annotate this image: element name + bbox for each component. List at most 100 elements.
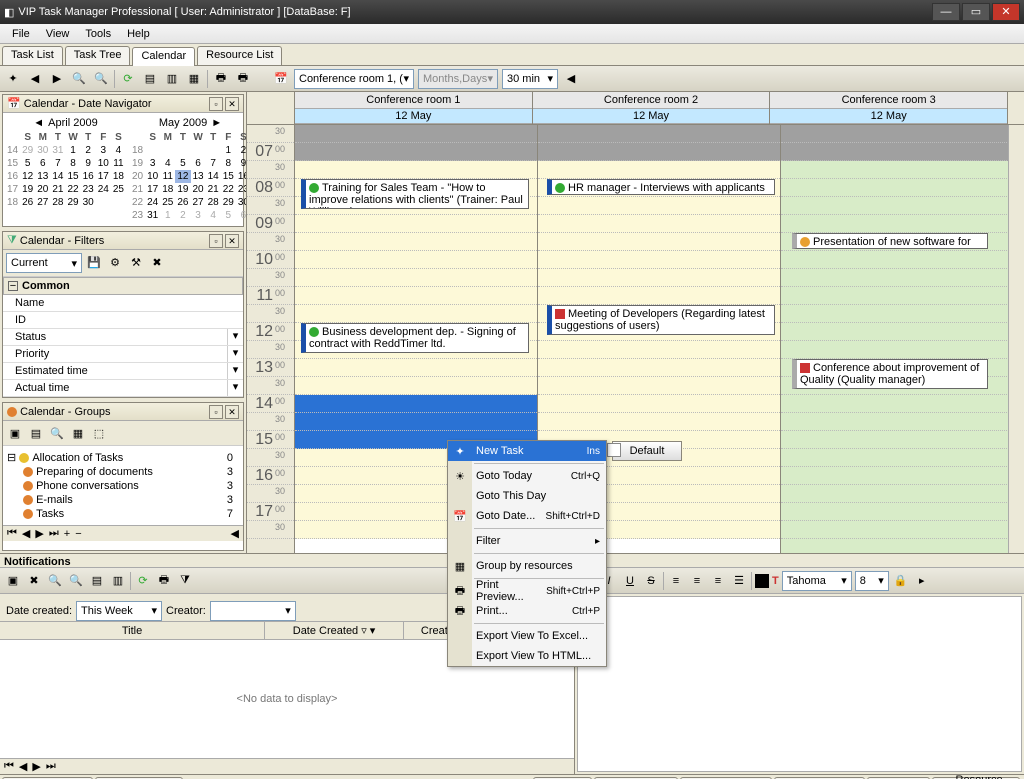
nt-tool4-icon[interactable]: 🔍 (67, 572, 85, 590)
tool-collapse-icon[interactable]: ◀ (562, 70, 580, 88)
room2-header[interactable]: Conference room 2 (533, 92, 770, 109)
tree-tool2-icon[interactable]: ▤ (27, 424, 45, 442)
size-combo[interactable]: 8▾ (855, 571, 889, 591)
filter-save-icon[interactable]: 💾 (85, 253, 103, 271)
align-center-icon[interactable]: ≡ (688, 572, 706, 590)
filter-actual[interactable]: Actual time▾ (3, 380, 243, 397)
event-developers[interactable]: Meeting of Developers (Regarding latest … (547, 305, 775, 335)
align-right-icon[interactable]: ≡ (709, 572, 727, 590)
tool-calendar-icon[interactable]: 📅 (272, 70, 290, 88)
nt-tool1-icon[interactable]: ▣ (4, 572, 22, 590)
next-month-icon[interactable]: ► (211, 117, 222, 129)
panel-pin-icon[interactable]: ▫ (209, 234, 223, 248)
ctx-goto-today[interactable]: ☀Goto TodayCtrl+Q (448, 466, 606, 486)
filter-tool2-icon[interactable]: ⚒ (127, 253, 145, 271)
tool-list2-icon[interactable]: ▥ (163, 70, 181, 88)
date-created-combo[interactable]: This Week▾ (76, 601, 162, 621)
room3-header[interactable]: Conference room 3 (770, 92, 1007, 109)
month1-grid[interactable]: SMTWTFS 142930311234 15567891011 1612131… (5, 131, 126, 209)
tree-tool3-icon[interactable]: 🔍 (48, 424, 66, 442)
nt-tool5-icon[interactable]: ▤ (88, 572, 106, 590)
interval-combo[interactable]: 30 min▾ (502, 69, 558, 89)
editor-area[interactable] (577, 596, 1022, 772)
creator-combo[interactable]: ▾ (210, 601, 296, 621)
nt-tool3-icon[interactable]: 🔍 (46, 572, 64, 590)
rooms-combo[interactable]: Conference room 1, (▾ (294, 69, 414, 89)
panel-close-icon[interactable]: ✕ (225, 234, 239, 248)
filter-tool-icon[interactable]: ⚙ (106, 253, 124, 271)
menu-file[interactable]: File (4, 26, 38, 42)
ctx-new-task[interactable]: ✦New TaskIns (448, 441, 606, 461)
panel-pin-icon[interactable]: ▫ (209, 405, 223, 419)
tool-print-icon[interactable]: 🖶 (212, 70, 230, 88)
default-checkbox[interactable] (607, 443, 621, 457)
event-training[interactable]: Training for Sales Team - "How to improv… (301, 179, 529, 209)
ctx-export-excel[interactable]: Export View To Excel... (448, 626, 606, 646)
col-date[interactable]: Date Created▿▾ (265, 622, 404, 639)
filter-clear-icon[interactable]: ✖ (148, 253, 166, 271)
nt-tool6-icon[interactable]: ▥ (109, 572, 127, 590)
tool-list1-icon[interactable]: ▤ (141, 70, 159, 88)
event-quality[interactable]: Conference about improvement of Quality … (792, 359, 988, 389)
tree-tool4-icon[interactable]: ▦ (69, 424, 87, 442)
tree-tool5-icon[interactable]: ⬚ (90, 424, 108, 442)
strike-icon[interactable]: S (642, 572, 660, 590)
tree-item[interactable]: Tasks (36, 508, 64, 520)
menu-view[interactable]: View (38, 26, 78, 42)
default-button[interactable]: Default (612, 441, 682, 461)
lock-icon[interactable]: 🔒 (892, 572, 910, 590)
panel-pin-icon[interactable]: ▫ (209, 97, 223, 111)
ctx-group[interactable]: ▦Group by resources (448, 556, 606, 576)
tool-refresh-icon[interactable]: ⟳ (119, 70, 137, 88)
tool-back-icon[interactable]: ◀ (26, 70, 44, 88)
scale-combo[interactable]: Months,Days▾ (418, 69, 498, 89)
bullets-icon[interactable]: ☰ (730, 572, 748, 590)
groups-tree[interactable]: ⊟ Allocation of Tasks0 Preparing of docu… (3, 446, 243, 525)
tool-print2-icon[interactable]: 🖶 (234, 70, 252, 88)
month2-grid[interactable]: SMTWTFS 1812 193456789 2010111213141516 … (130, 131, 247, 222)
tool-list3-icon[interactable]: ▦ (185, 70, 203, 88)
tree-root[interactable]: Allocation of Tasks (32, 452, 123, 464)
ctx-goto-this-day[interactable]: Goto This Day (448, 486, 606, 506)
ctx-print[interactable]: 🖶Print...Ctrl+P (448, 601, 606, 621)
tree-item[interactable]: Phone conversations (36, 480, 139, 492)
scrollbar[interactable] (1008, 125, 1024, 553)
tab-resource-list[interactable]: Resource List (197, 46, 282, 65)
grid-nav[interactable]: ⏮◀▶⏭ (0, 758, 574, 774)
tool-zoom2-icon[interactable]: 🔍 (92, 70, 110, 88)
nt-tool2-icon[interactable]: ✖ (25, 572, 43, 590)
filter-status[interactable]: Status▾ (3, 329, 243, 346)
tab-task-tree[interactable]: Task Tree (65, 46, 131, 65)
common-section[interactable]: −Common (3, 277, 243, 295)
nt-refresh-icon[interactable]: ⟳ (134, 572, 152, 590)
maximize-button[interactable]: ▭ (962, 3, 990, 21)
more-icon[interactable]: ▸ (913, 572, 931, 590)
tool-fwd-icon[interactable]: ▶ (48, 70, 66, 88)
panel-close-icon[interactable]: ✕ (225, 405, 239, 419)
tab-task-list[interactable]: Task List (2, 46, 63, 65)
filter-est[interactable]: Estimated time▾ (3, 363, 243, 380)
nt-print-icon[interactable]: 🖶 (155, 572, 173, 590)
nt-filter-icon[interactable]: ⧩ (176, 572, 194, 590)
menu-help[interactable]: Help (119, 26, 158, 42)
room3-column[interactable] (781, 125, 1024, 553)
close-button[interactable]: ✕ (992, 3, 1020, 21)
col-title[interactable]: Title (0, 622, 265, 639)
minimize-button[interactable]: — (932, 3, 960, 21)
filter-id[interactable]: ID (3, 312, 243, 329)
color-icon[interactable] (755, 574, 769, 588)
room1-header[interactable]: Conference room 1 (295, 92, 532, 109)
tree-item[interactable]: Preparing of documents (36, 466, 153, 478)
tree-nav[interactable]: ⏮◀▶⏭+−◀ (3, 525, 243, 541)
filter-priority[interactable]: Priority▾ (3, 346, 243, 363)
ctx-filter[interactable]: Filter▸ (448, 531, 606, 551)
menu-tools[interactable]: Tools (77, 26, 119, 42)
tool-zoom-icon[interactable]: 🔍 (70, 70, 88, 88)
ctx-export-html[interactable]: Export View To HTML... (448, 646, 606, 666)
event-hr[interactable]: HR manager - Interviews with applicants (547, 179, 775, 195)
tree-tool-icon[interactable]: ▣ (6, 424, 24, 442)
prev-month-icon[interactable]: ◄ (33, 117, 44, 129)
font-combo[interactable]: Tahoma▾ (782, 571, 852, 591)
ctx-goto-date[interactable]: 📅Goto Date...Shift+Ctrl+D (448, 506, 606, 526)
underline-icon[interactable]: U (621, 572, 639, 590)
